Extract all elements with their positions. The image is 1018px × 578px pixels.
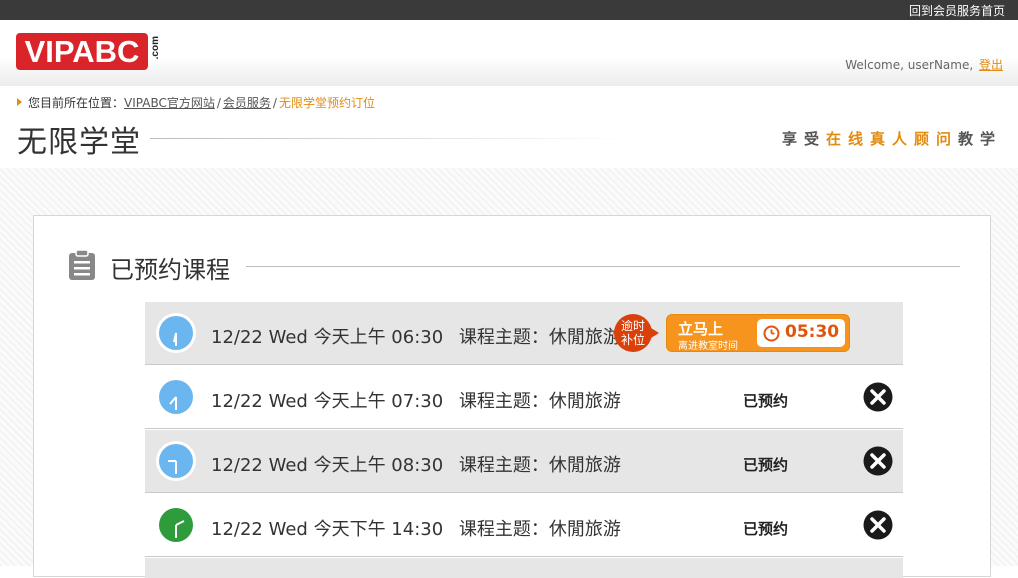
booked-classes-panel: 已预约课程 12/22 Wed 今天上午 06:30 课程主题：休閒旅游 逾时 … [33,215,991,578]
cancel-booking-button[interactable] [863,510,893,540]
class-time: 今天上午 08:30 [313,455,444,476]
breadcrumb: 您目前所在位置：VIPABC官方网站 / 会员服务 / 无限学堂预约订位 [17,94,375,111]
class-info: 12/22 Wed 今天上午 06:30 课程主题：休閒旅游 [211,323,621,349]
title-divider [150,138,630,139]
status-badge: 已预约 [743,392,789,410]
breadcrumb-separator: / [216,96,221,110]
class-date: 12/22 Wed [211,519,308,540]
class-topic: 课程主题：休閒旅游 [458,391,621,412]
slogan-part-2: 在线真人顾问 [825,130,958,148]
slogan: 享受在线真人顾问教学 [782,128,1002,149]
page-title: 无限学堂 [17,125,141,160]
cancel-booking-button[interactable] [863,382,893,412]
clock-icon [156,505,196,545]
breadcrumb-link-official-site[interactable]: VIPABC官方网站 [124,96,215,110]
clipboard-icon [69,249,95,280]
member-home-link[interactable]: 回到会员服务首页 [909,2,1005,19]
title-area: 您目前所在位置：VIPABC官方网站 / 会员服务 / 无限学堂预约订位 无限学堂 享受… [0,86,1018,168]
site-header: VIPABC .com Welcome, userName, 登出 [0,20,1018,86]
logo-suffix: .com [150,36,161,60]
clock-icon [156,377,196,417]
vipabc-logo[interactable]: VIPABC [16,33,148,70]
section-title: 已预约课程 [110,256,230,284]
badge-line-1: 逾时 [620,319,645,333]
status-badge: 已预约 [743,520,789,538]
class-date: 12/22 Wed [211,327,308,348]
slogan-part-3: 教学 [957,130,1002,148]
slogan-part-1: 享受 [781,130,826,148]
section-divider [246,266,960,267]
class-info: 12/22 Wed 今天下午 14:30 课程主题：休閒旅游 [211,515,621,541]
logout-link[interactable]: 登出 [979,58,1003,72]
overtime-fill-badge: 逾时 补位 [614,314,659,352]
class-topic: 课程主题：休閒旅游 [458,327,621,348]
status-badge: 已预约 [743,456,789,474]
countdown-timer: 05:30 [757,319,845,347]
clock-icon [156,313,196,353]
enter-label: 立马上 [678,320,724,338]
class-time: 今天上午 07:30 [313,391,444,412]
clock-icon [156,441,196,481]
cancel-booking-button[interactable] [863,446,893,476]
class-time: 今天上午 06:30 [313,327,444,348]
breadcrumb-current: 无限学堂预约订位 [278,96,375,110]
enter-sublabel: 离进教室时间 [678,341,738,352]
countdown-value: 05:30 [785,322,840,342]
top-bar: 回到会员服务首页 [0,0,1018,20]
class-row: 12/22 Wed 今天下午 14:30 课程主题：休閒旅游 已预约 [145,494,903,557]
class-topic: 课程主题：休閒旅游 [458,455,621,476]
class-time: 今天下午 14:30 [313,519,444,540]
class-info: 12/22 Wed 今天上午 07:30 课程主题：休閒旅游 [211,387,621,413]
class-row: 12/22 Wed 今天上午 07:30 课程主题：休閒旅游 已预约 [145,366,903,429]
class-topic: 课程主题：休閒旅游 [458,519,621,540]
enter-classroom-button[interactable]: 立马上 离进教室时间 05:30 [666,314,850,352]
breadcrumb-arrow-icon [17,98,22,106]
badge-line-2: 补位 [620,333,645,347]
breadcrumb-link-member-service[interactable]: 会员服务 [223,96,271,110]
breadcrumb-separator: / [272,96,277,110]
breadcrumb-prefix: 您目前所在位置： [28,96,125,110]
welcome-text: Welcome, userName, 登出 [845,56,1003,73]
alarm-clock-icon [763,325,780,342]
username: userName, [907,58,974,72]
class-row [145,558,903,578]
class-date: 12/22 Wed [211,455,308,476]
class-row: 12/22 Wed 今天上午 06:30 课程主题：休閒旅游 逾时 补位 立马上… [145,302,903,365]
class-date: 12/22 Wed [211,391,308,412]
class-row: 12/22 Wed 今天上午 08:30 课程主题：休閒旅游 已预约 [145,430,903,493]
welcome-prefix: Welcome, [845,58,904,72]
class-info: 12/22 Wed 今天上午 08:30 课程主题：休閒旅游 [211,451,621,477]
